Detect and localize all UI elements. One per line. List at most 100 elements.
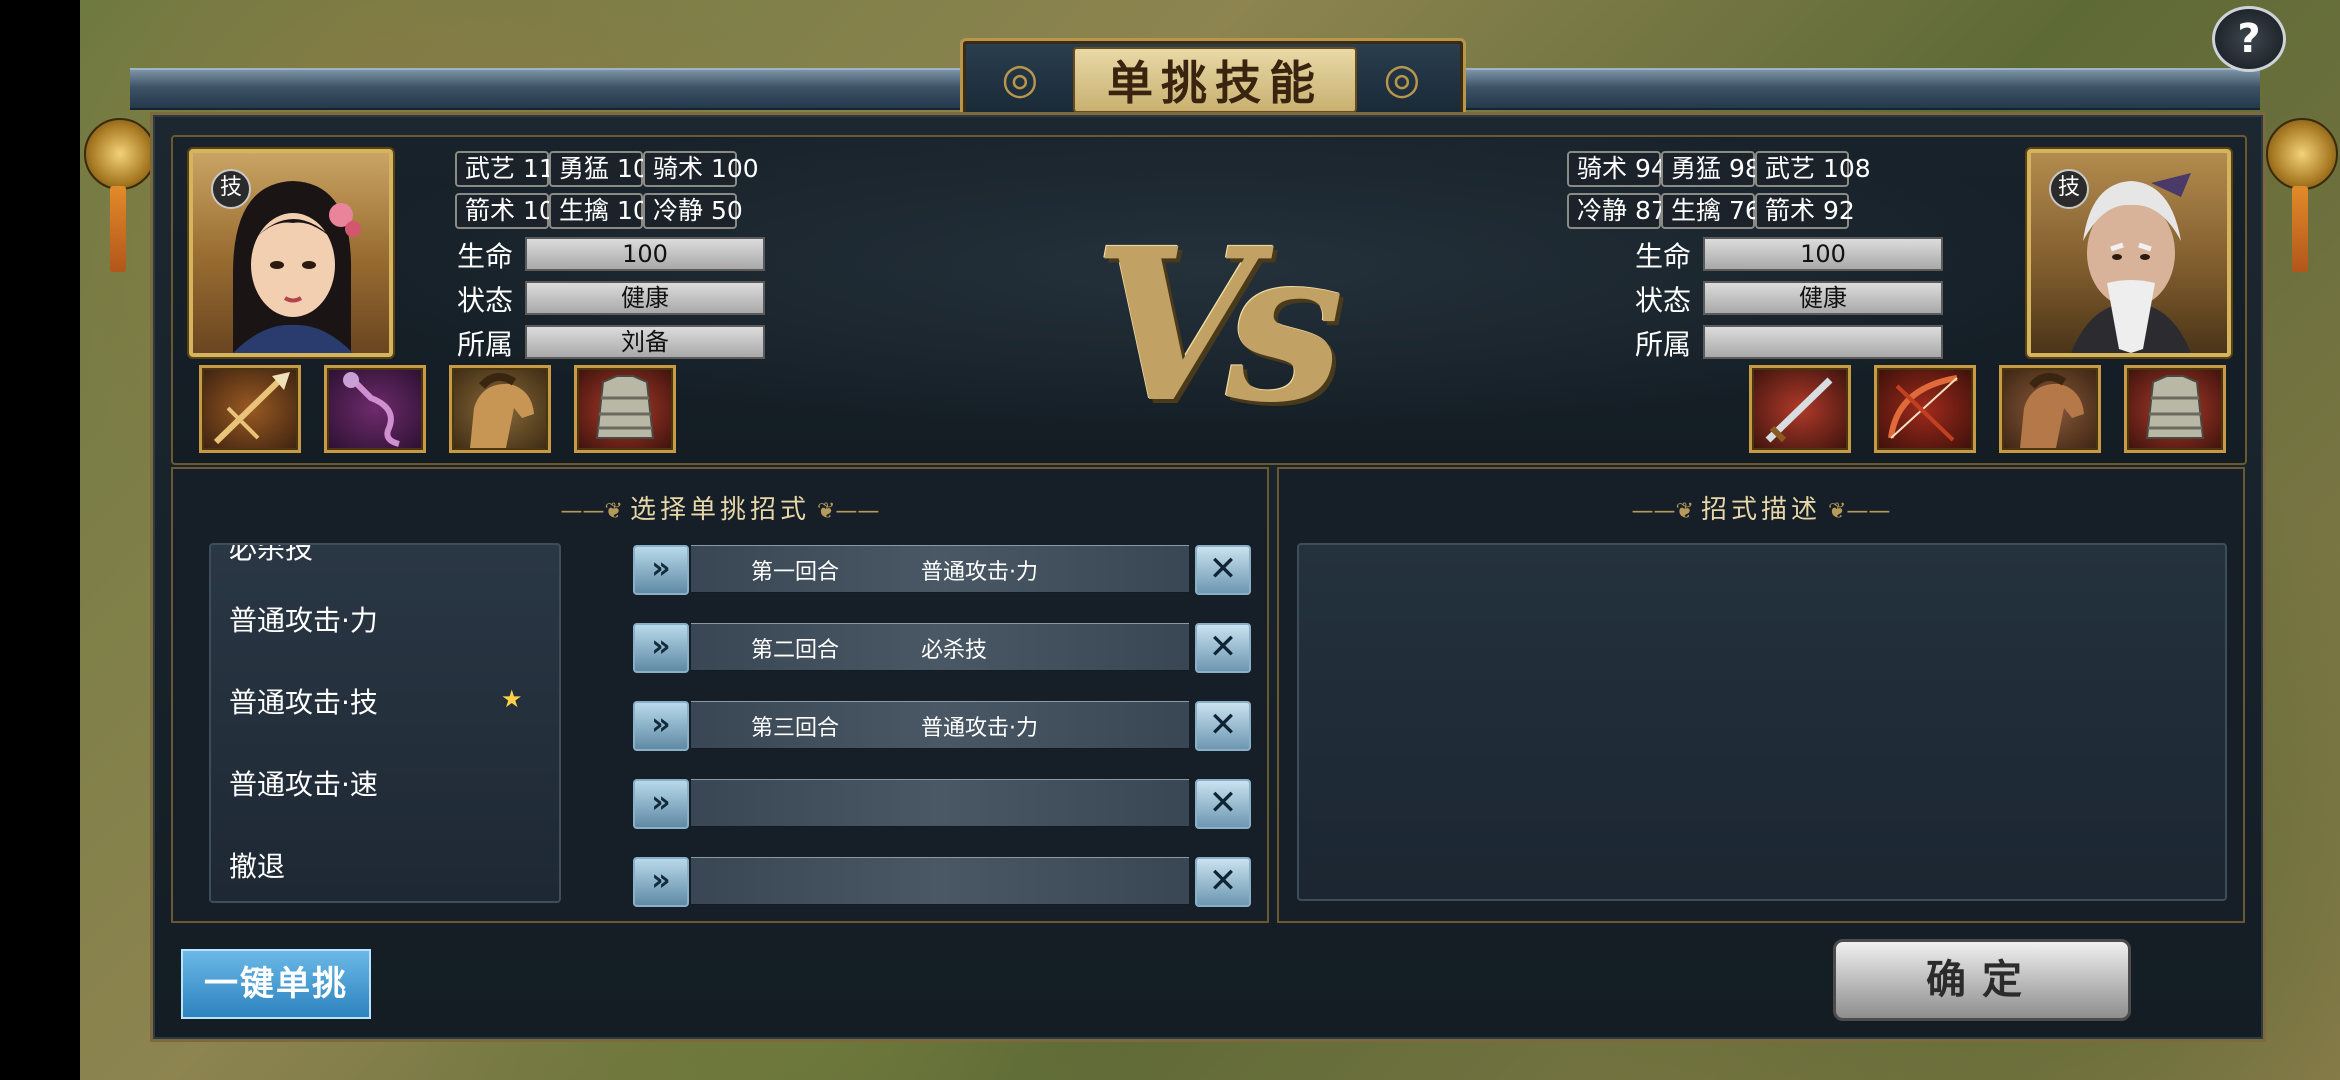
- left-stat-shengqin: 生擒 100: [549, 193, 665, 229]
- star-icon: ★: [501, 685, 523, 713]
- spear-glyph: [213, 372, 290, 445]
- ornament-right-icon: ❦——: [1821, 499, 1891, 524]
- skill-badge: 技: [211, 169, 251, 209]
- whip-icon[interactable]: [324, 365, 426, 453]
- move-selection-title: ——❦ 选择单挑招式 ❦——: [173, 489, 1267, 526]
- round-move: 普通攻击·力: [921, 716, 1038, 741]
- round-slot[interactable]: 第一回合 普通攻击·力: [691, 545, 1189, 593]
- sword-icon[interactable]: [1749, 365, 1851, 453]
- left-general-portrait[interactable]: 技: [189, 149, 393, 357]
- bow-glyph: [1888, 375, 1958, 442]
- left-stat-qishu: 骑术 100: [643, 151, 759, 187]
- assign-arrow-button[interactable]: »: [633, 779, 689, 829]
- round-label: 第三回合: [751, 716, 840, 741]
- clear-round-button[interactable]: ✕: [1195, 545, 1251, 595]
- tassel-right-icon: [2292, 186, 2308, 272]
- horse-icon[interactable]: [449, 365, 551, 453]
- right-life-label: 生命: [1635, 240, 1692, 273]
- assign-arrow-button[interactable]: »: [633, 545, 689, 595]
- right-stat-yongmeng: 勇猛 98: [1661, 151, 1761, 187]
- round-slot[interactable]: [691, 857, 1189, 905]
- clear-round-button[interactable]: ✕: [1195, 623, 1251, 673]
- right-status-value: 健康: [1703, 281, 1943, 315]
- right-general-portrait[interactable]: 技: [2027, 149, 2231, 357]
- generals-area: 技 武艺 119 勇猛 102 骑术 100 箭术 105 生擒 100 冷静 …: [171, 135, 2247, 465]
- move-selection-title-text: 选择单挑招式: [629, 495, 810, 525]
- cloud-ornament-right-icon: ◎: [1383, 54, 1421, 103]
- move-item-power[interactable]: 普通攻击·力: [229, 599, 378, 639]
- screen-edge: [0, 0, 80, 1080]
- cloud-ornament-left-icon: ◎: [1001, 54, 1039, 103]
- round-move: 普通攻击·力: [921, 560, 1038, 585]
- left-stat-lengjing: 冷静 50: [643, 193, 743, 229]
- right-faction-value: [1703, 325, 1943, 359]
- round-row: » ✕: [633, 779, 1253, 829]
- armor-glyph: [2145, 375, 2205, 439]
- move-description-panel: ——❦ 招式描述 ❦——: [1277, 467, 2245, 923]
- versus-emblem: Vs: [1093, 202, 1344, 449]
- sword-glyph: [1765, 377, 1833, 443]
- right-faction-label: 所属: [1635, 328, 1692, 361]
- round-row: » 第二回合 必杀技 ✕: [633, 623, 1253, 673]
- right-stat-wuyi: 武艺 108: [1755, 151, 1871, 187]
- clear-round-button[interactable]: ✕: [1195, 701, 1251, 751]
- ornament-left-icon: ——❦: [560, 499, 630, 524]
- move-item-skill[interactable]: 普通攻击·技: [229, 681, 378, 721]
- horse-glyph: [470, 372, 534, 448]
- left-faction-value: 刘备: [525, 325, 765, 359]
- left-status-value: 健康: [525, 281, 765, 315]
- armor-icon[interactable]: [2124, 365, 2226, 453]
- tassel-left-icon: [110, 186, 126, 272]
- round-slot[interactable]: 第二回合 必杀技: [691, 623, 1189, 671]
- medallion-left-icon: [84, 118, 156, 190]
- move-description-box: [1297, 543, 2227, 901]
- right-life-value: 100: [1703, 237, 1943, 271]
- assign-arrow-button[interactable]: »: [633, 623, 689, 673]
- right-stat-lengjing: 冷静 87: [1567, 193, 1667, 229]
- horse-icon[interactable]: [1999, 365, 2101, 453]
- round-move: 必杀技: [921, 638, 988, 663]
- move-item-retreat[interactable]: 撤退: [229, 845, 285, 885]
- right-stat-shengqin: 生擒 76: [1661, 193, 1761, 229]
- armor-icon[interactable]: [574, 365, 676, 453]
- assign-arrow-button[interactable]: »: [633, 857, 689, 907]
- ornament-right-icon: ❦——: [810, 499, 880, 524]
- ornament-left-icon: ——❦: [1631, 499, 1701, 524]
- right-stat-qishu: 骑术 94: [1567, 151, 1667, 187]
- clear-round-button[interactable]: ✕: [1195, 779, 1251, 829]
- right-status-label: 状态: [1635, 284, 1692, 317]
- left-stat-wuyi: 武艺 119: [455, 151, 571, 187]
- left-life-label: 生命: [457, 240, 514, 273]
- round-slot[interactable]: [691, 779, 1189, 827]
- round-row: » 第三回合 普通攻击·力 ✕: [633, 701, 1253, 751]
- round-row: » 第一回合 普通攻击·力 ✕: [633, 545, 1253, 595]
- move-selection-panel: ——❦ 选择单挑招式 ❦—— 必杀技 普通攻击·力 普通攻击·技 ★ 普通攻击·…: [171, 467, 1269, 923]
- spear-icon[interactable]: [199, 365, 301, 453]
- right-stat-jianshu: 箭术 92: [1755, 193, 1855, 229]
- duel-skill-panel: 技 武艺 119 勇猛 102 骑术 100 箭术 105 生擒 100 冷静 …: [150, 112, 2266, 1042]
- move-item-speed[interactable]: 普通攻击·速: [229, 763, 378, 803]
- left-stat-jianshu: 箭术 105: [455, 193, 571, 229]
- move-item-partial[interactable]: 必杀技: [229, 545, 313, 567]
- confirm-button[interactable]: 确定: [1833, 939, 2131, 1021]
- round-row: » ✕: [633, 857, 1253, 907]
- page-title: 单挑技能: [1073, 47, 1357, 113]
- round-label: 第一回合: [751, 560, 840, 585]
- move-list[interactable]: 必杀技 普通攻击·力 普通攻击·技 ★ 普通攻击·速 撤退: [209, 543, 561, 903]
- clear-round-button[interactable]: ✕: [1195, 857, 1251, 907]
- round-slot[interactable]: 第三回合 普通攻击·力: [691, 701, 1189, 749]
- auto-duel-button[interactable]: 一键单挑: [181, 949, 371, 1019]
- left-faction-label: 所属: [457, 328, 514, 361]
- assign-arrow-button[interactable]: »: [633, 701, 689, 751]
- round-label: 第二回合: [751, 638, 840, 663]
- left-life-value: 100: [525, 237, 765, 271]
- help-button[interactable]: ?: [2212, 6, 2286, 72]
- whip-glyph: [343, 372, 400, 447]
- armor-glyph: [595, 375, 655, 439]
- medallion-right-icon: [2266, 118, 2338, 190]
- left-status-label: 状态: [457, 284, 514, 317]
- left-stat-yongmeng: 勇猛 102: [549, 151, 665, 187]
- move-description-title-text: 招式描述: [1700, 495, 1821, 525]
- skill-badge: 技: [2049, 169, 2089, 209]
- bow-icon[interactable]: [1874, 365, 1976, 453]
